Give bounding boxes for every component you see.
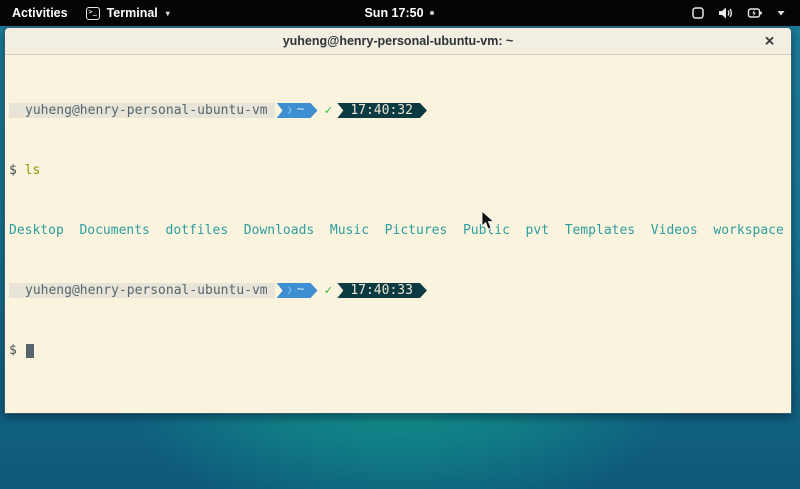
prompt-symbol: $: [9, 343, 17, 358]
battery-charging-icon: [747, 6, 763, 20]
spacer: [17, 163, 25, 178]
prompt-timestamp: 17:40:33: [337, 283, 427, 298]
system-status-area[interactable]: [434, 6, 800, 20]
ls-output-row: Desktop Documents dotfiles Downloads Mus…: [9, 223, 791, 238]
screen-share-icon: [691, 6, 705, 20]
activities-button[interactable]: Activities: [12, 6, 68, 20]
prompt-cwd-segment: ❯~: [277, 103, 318, 118]
prompt-cwd: ~: [297, 282, 305, 297]
input-row[interactable]: $: [9, 343, 791, 358]
prompt-cwd: ~: [297, 102, 305, 117]
file-list: Desktop Documents dotfiles Downloads Mus…: [9, 223, 784, 238]
terminal-cursor: [26, 344, 34, 358]
prompt-user-host: yuheng@henry-personal-ubuntu-vm: [9, 283, 275, 298]
clock-label: Sun 17:50: [364, 6, 423, 20]
command-text: ls: [25, 163, 41, 178]
app-menu-label: Terminal: [107, 6, 158, 20]
command-row: $ ls: [9, 163, 791, 178]
status-check-icon: ✓: [325, 283, 333, 298]
close-icon[interactable]: ✕: [764, 35, 775, 48]
prompt-cwd-segment: ❯~: [277, 283, 318, 298]
window-title: yuheng@henry-personal-ubuntu-vm: ~: [283, 34, 514, 48]
terminal-content[interactable]: yuheng@henry-personal-ubuntu-vm ❯~ ✓ 17:…: [5, 55, 791, 403]
prompt-symbol: $: [9, 163, 17, 178]
prompt-timestamp: 17:40:32: [337, 103, 427, 118]
spacer: [17, 343, 25, 358]
chevron-down-icon: [776, 9, 786, 17]
prompt-user-host: yuheng@henry-personal-ubuntu-vm: [9, 103, 275, 118]
powerline-chevron-icon: ❯: [287, 105, 293, 116]
status-check-icon: ✓: [325, 103, 333, 118]
terminal-app-icon: >_: [86, 7, 100, 20]
app-menu[interactable]: >_ Terminal ▾: [86, 6, 170, 20]
chevron-down-icon: ▾: [166, 9, 170, 18]
terminal-window: yuheng@henry-personal-ubuntu-vm: ~ ✕ yuh…: [4, 27, 792, 414]
top-bar: Activities >_ Terminal ▾ Sun 17:50: [0, 0, 800, 26]
prompt-row: yuheng@henry-personal-ubuntu-vm ❯~ ✓ 17:…: [9, 283, 791, 298]
clock-menu[interactable]: Sun 17:50: [364, 6, 433, 20]
prompt-row: yuheng@henry-personal-ubuntu-vm ❯~ ✓ 17:…: [9, 103, 791, 118]
mouse-cursor: [481, 210, 495, 231]
powerline-chevron-icon: ❯: [287, 285, 293, 296]
window-titlebar[interactable]: yuheng@henry-personal-ubuntu-vm: ~ ✕: [5, 28, 791, 55]
volume-icon: [718, 6, 734, 20]
